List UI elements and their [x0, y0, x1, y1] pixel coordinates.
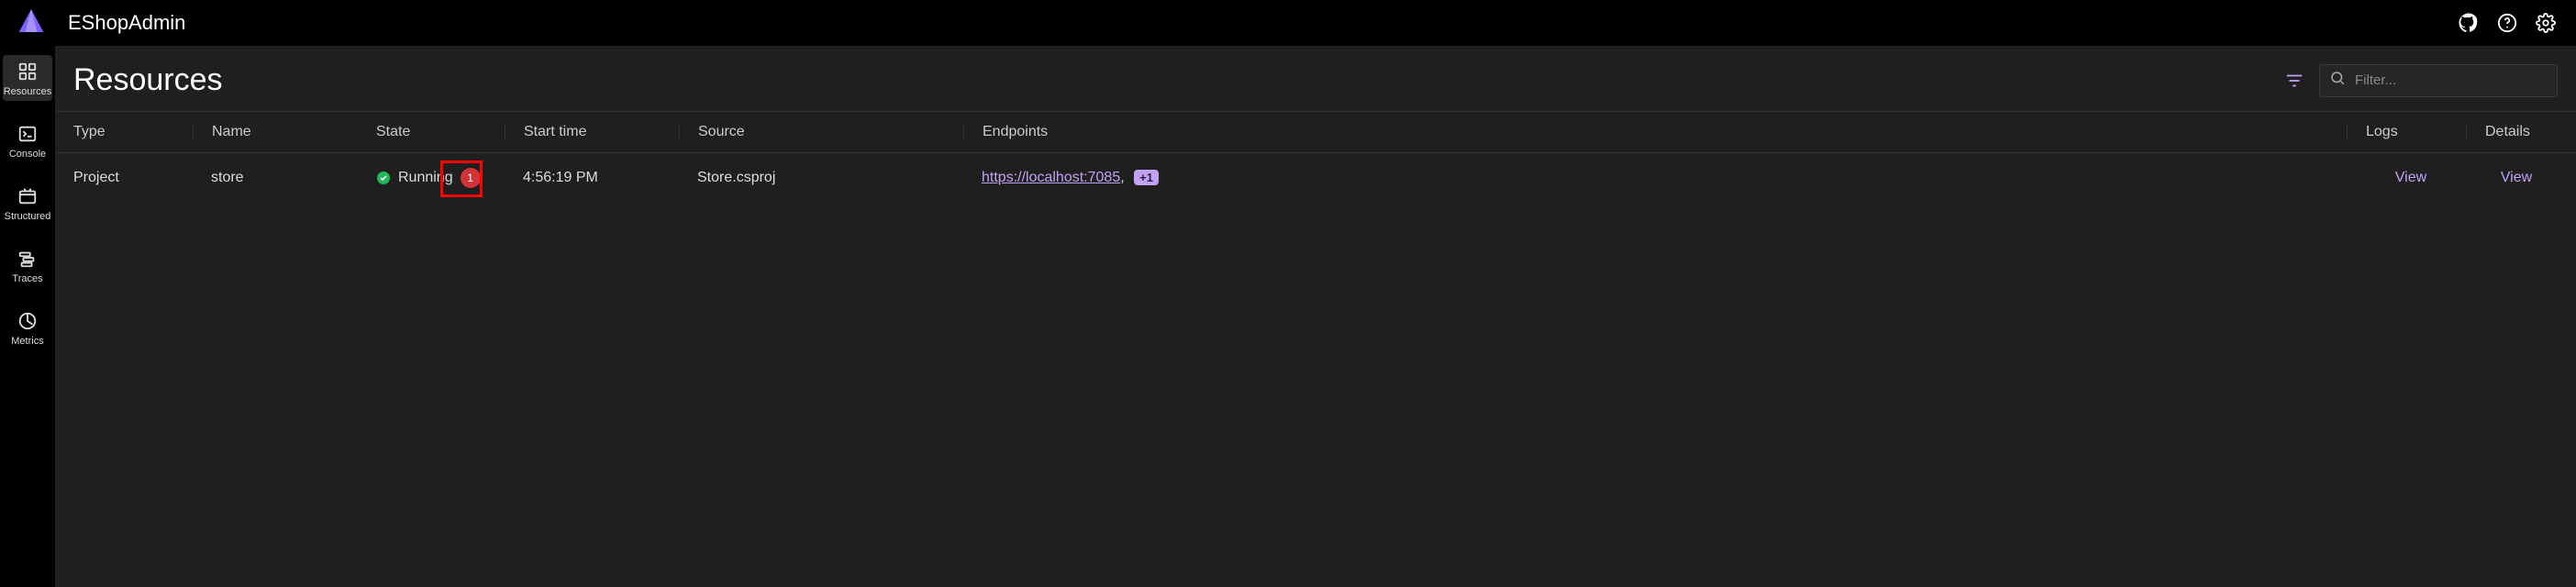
column-state[interactable]: State	[358, 124, 505, 140]
endpoint-comma: ,	[1120, 170, 1124, 185]
search-icon	[2329, 70, 2346, 91]
cell-source: Store.csproj	[679, 170, 963, 186]
error-count-badge[interactable]: 1	[461, 168, 481, 188]
main: Resources Type Name State Start time Sou…	[55, 46, 2576, 587]
cell-logs: View	[2347, 170, 2466, 186]
sidebar-item-metrics[interactable]: Metrics	[3, 305, 52, 350]
sidebar-item-label: Metrics	[11, 336, 43, 347]
details-view-link[interactable]: View	[2501, 170, 2532, 186]
cell-name: store	[193, 170, 358, 186]
state-text: Running	[398, 170, 453, 186]
cell-details: View	[2466, 170, 2558, 186]
table-row: Project store Running 1 4:56:19 PM Store…	[55, 153, 2576, 203]
column-type[interactable]: Type	[73, 124, 193, 140]
grid-icon	[17, 61, 39, 83]
sidebar-item-label: Console	[9, 149, 46, 160]
sidebar-item-resources[interactable]: Resources	[3, 55, 52, 101]
help-icon[interactable]	[2495, 11, 2519, 35]
app-title: EShopAdmin	[68, 11, 185, 35]
sidebar-item-label: Structured	[5, 211, 51, 222]
page-title: Resources	[73, 62, 223, 98]
cell-endpoints: https://localhost:7085, +1	[963, 170, 2347, 186]
github-icon[interactable]	[2457, 11, 2481, 35]
cell-type: Project	[73, 170, 193, 186]
column-name[interactable]: Name	[193, 124, 358, 140]
sidebar-item-traces[interactable]: Traces	[3, 242, 52, 288]
column-source[interactable]: Source	[679, 124, 963, 140]
cell-start-time: 4:56:19 PM	[505, 170, 679, 186]
endpoint-more-badge[interactable]: +1	[1134, 170, 1159, 185]
console-icon	[17, 123, 39, 145]
filter-icon[interactable]	[2284, 71, 2304, 91]
endpoint-link[interactable]: https://localhost:7085	[982, 170, 1120, 185]
column-endpoints[interactable]: Endpoints	[963, 124, 2347, 140]
structured-icon	[17, 185, 39, 207]
sidebar-item-label: Traces	[12, 273, 42, 284]
column-details[interactable]: Details	[2466, 124, 2558, 140]
search-input[interactable]	[2355, 72, 2548, 88]
sidebar-item-label: Resources	[4, 86, 52, 97]
traces-icon	[17, 248, 39, 270]
sidebar-item-console[interactable]: Console	[3, 117, 52, 163]
cell-state: Running 1	[358, 168, 505, 188]
column-logs[interactable]: Logs	[2347, 124, 2466, 140]
app-logo	[13, 5, 50, 41]
logs-view-link[interactable]: View	[2395, 170, 2426, 186]
column-start[interactable]: Start time	[505, 124, 679, 140]
search-box[interactable]	[2319, 64, 2558, 97]
success-icon	[376, 171, 391, 185]
topbar: EShopAdmin	[0, 0, 2576, 46]
metrics-icon	[17, 310, 39, 332]
sidebar: Resources Console Structured Traces	[0, 46, 55, 587]
table-header: Type Name State Start time Source Endpoi…	[55, 111, 2576, 153]
sidebar-item-structured[interactable]: Structured	[3, 180, 52, 226]
gear-icon[interactable]	[2534, 11, 2558, 35]
